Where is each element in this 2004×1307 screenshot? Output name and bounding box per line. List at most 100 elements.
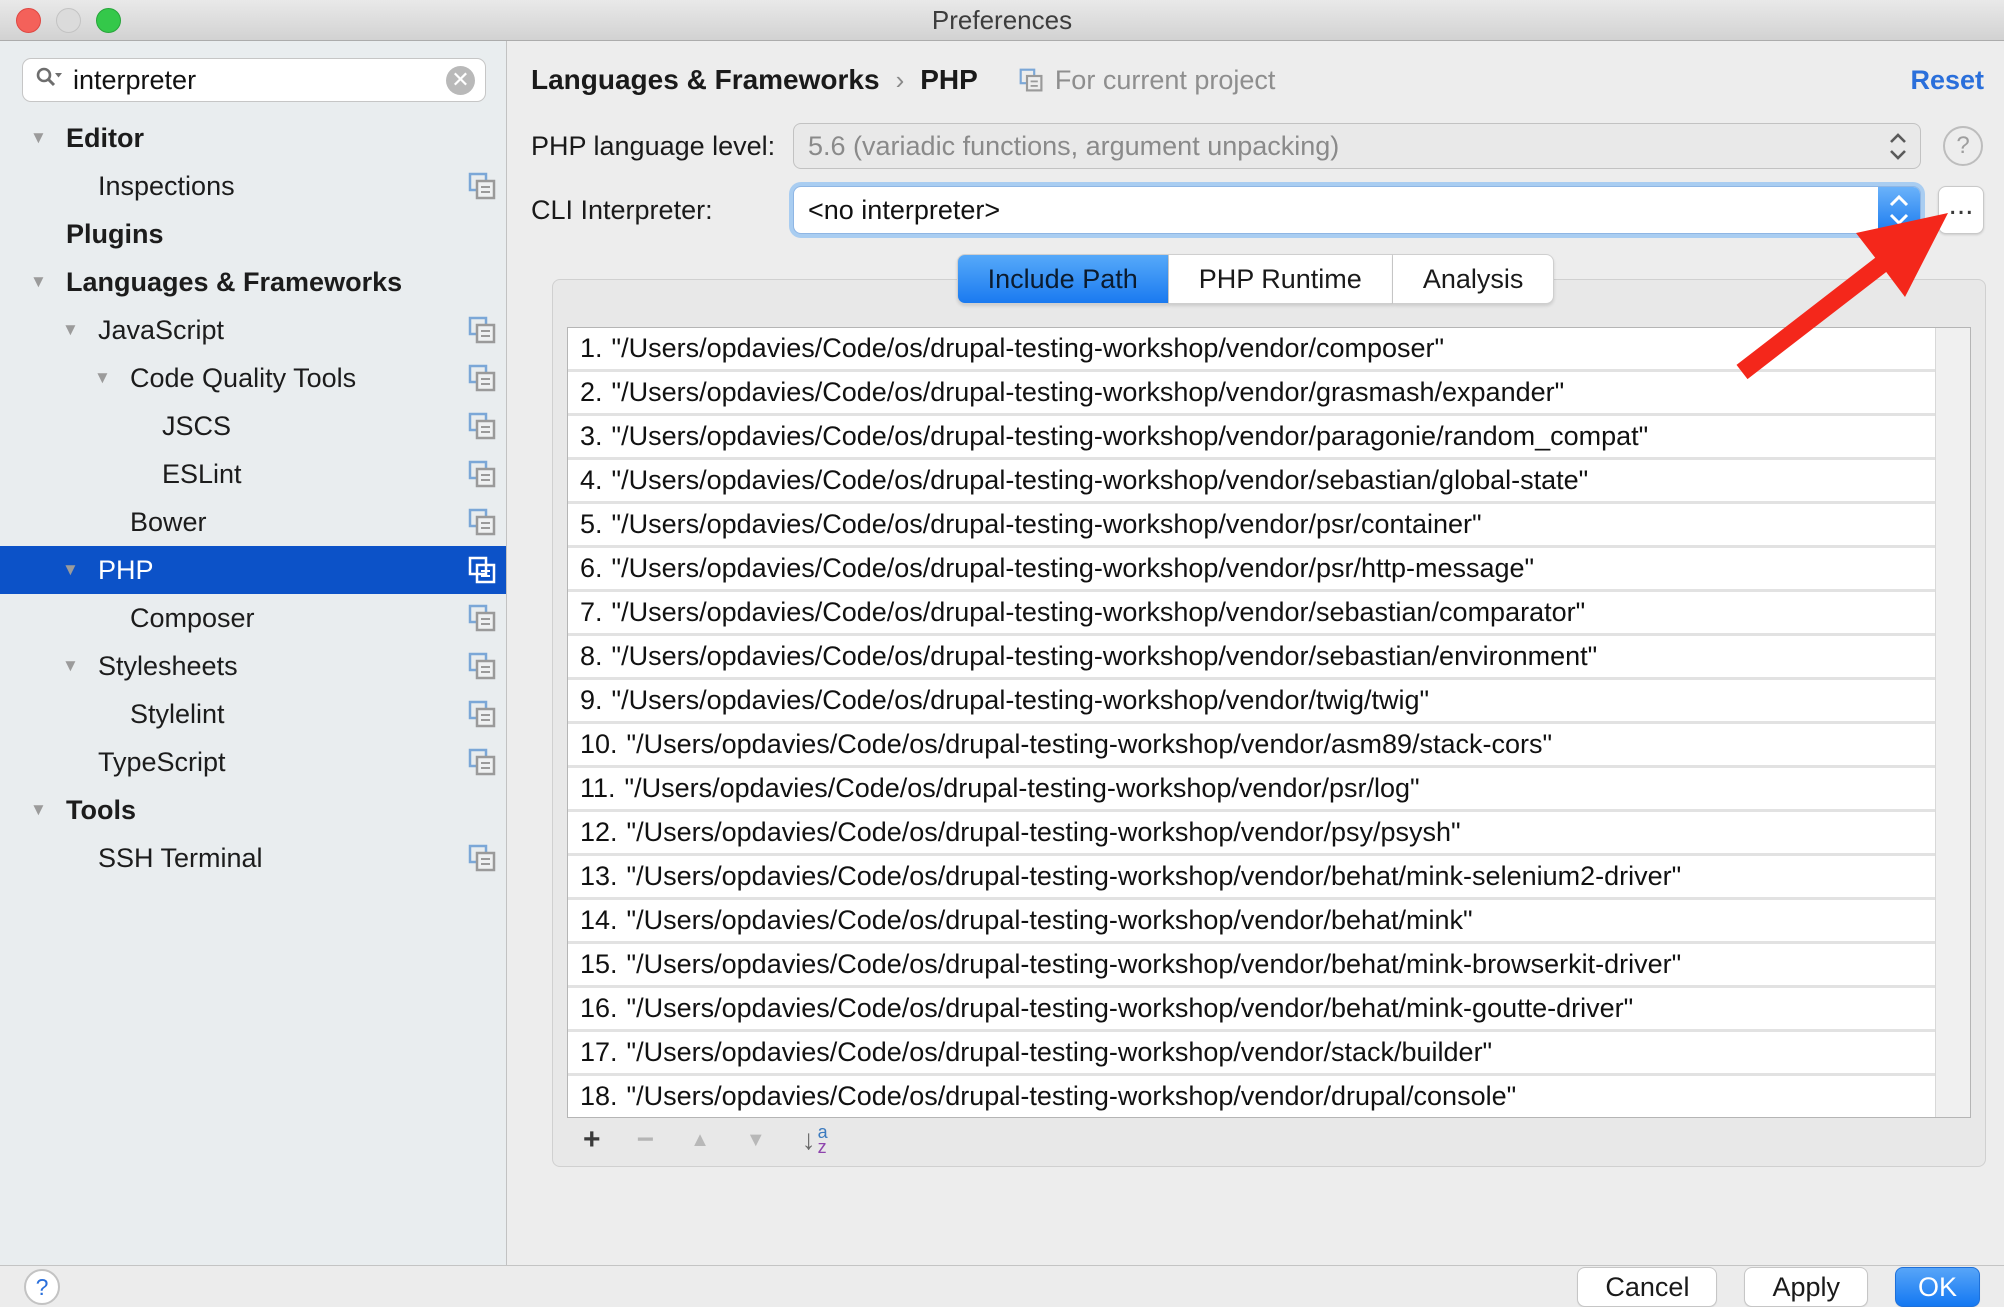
tab-analysis[interactable]: Analysis [1393,254,1555,304]
expand-arrow-icon[interactable]: ▼ [30,128,47,148]
row-number: 9. [580,685,603,716]
include-path-row[interactable]: 5. "/Users/opdavies/Code/os/drupal-testin… [568,504,1935,548]
sidebar-item-ssh-terminal[interactable]: SSH Terminal [0,834,506,882]
cli-interpreter-browse-button[interactable]: ... [1938,186,1984,234]
clear-search-icon[interactable]: ✕ [446,66,475,95]
include-path-row[interactable]: 17."/Users/opdavies/Code/os/drupal-testi… [568,1032,1935,1076]
php-language-level-select[interactable]: 5.6 (variadic functions, argument unpack… [793,123,1921,169]
row-path: "/Users/opdavies/Code/os/drupal-testing-… [612,509,1482,540]
include-path-row[interactable]: 18."/Users/opdavies/Code/os/drupal-testi… [568,1076,1935,1117]
sidebar-item-bower[interactable]: Bower [0,498,506,546]
include-path-row[interactable]: 16. "/Users/opdavies/Code/os/drupal-testi… [568,988,1935,1032]
row-number: 17. [580,1037,618,1068]
reset-link[interactable]: Reset [1910,65,1984,96]
row-path: "/Users/opdavies/Code/os/drupal-testing-… [627,993,1634,1024]
expand-arrow-icon[interactable]: ▼ [62,656,79,676]
include-path-row[interactable]: 3."/Users/opdavies/Code/os/drupal-testin… [568,416,1935,460]
sidebar-item-stylesheets[interactable]: ▼Stylesheets [0,642,506,690]
breadcrumb-languages-frameworks[interactable]: Languages & Frameworks [531,64,880,96]
copy-settings-icon [466,458,498,490]
sidebar-item-jscs[interactable]: JSCS [0,402,506,450]
sidebar-item-javascript[interactable]: ▼JavaScript [0,306,506,354]
include-path-row[interactable]: 8."/Users/opdavies/Code/os/drupal-testin… [568,636,1935,680]
cancel-button[interactable]: Cancel [1577,1267,1717,1307]
copy-settings-icon [466,746,498,778]
sidebar-item-plugins[interactable]: Plugins [0,210,506,258]
cli-interpreter-select[interactable]: <no interpreter> [793,186,1921,234]
settings-sidebar: ✕ ▼EditorInspections Plugins ▼Languages & … [0,41,507,1265]
include-path-row[interactable]: 2. "/Users/opdavies/Code/os/drupal-testin… [568,372,1935,416]
copy-settings-icon [466,650,498,682]
row-path: "/Users/opdavies/Code/os/drupal-testing-… [612,597,1586,628]
sidebar-item-languages-frameworks[interactable]: ▼Languages & Frameworks [0,258,506,306]
expand-arrow-icon[interactable]: ▼ [30,800,47,820]
search-input[interactable] [73,65,446,96]
row-number: 4. [580,465,603,496]
remove-path-button[interactable]: − [637,1125,655,1155]
row-path: "/Users/opdavies/Code/os/drupal-testing-… [625,773,1420,804]
expand-arrow-icon[interactable]: ▼ [62,320,79,340]
ok-button[interactable]: OK [1895,1267,1980,1307]
sidebar-item-label: Plugins [66,219,164,250]
copy-settings-icon [466,362,498,394]
expand-arrow-icon[interactable]: ▼ [30,272,47,292]
include-path-row[interactable]: 1."/Users/opdavies/Code/os/drupal-testin… [568,328,1935,372]
row-path: "/Users/opdavies/Code/os/drupal-testing-… [612,553,1535,584]
row-path: "/Users/opdavies/Code/os/drupal-testing-… [612,377,1565,408]
include-path-row[interactable]: 6."/Users/opdavies/Code/os/drupal-testin… [568,548,1935,592]
language-level-help-icon[interactable]: ? [1943,126,1983,166]
move-up-button[interactable]: ▲ [690,1130,710,1150]
sidebar-item-editor[interactable]: ▼Editor [0,114,506,162]
tab-php-runtime[interactable]: PHP Runtime [1169,254,1393,304]
row-number: 13. [580,861,618,892]
row-path: "/Users/opdavies/Code/os/drupal-testing-… [627,949,1682,980]
row-number: 2. [580,377,603,408]
cli-interpreter-spinner[interactable] [1878,187,1920,233]
row-number: 11. [580,773,616,804]
expand-arrow-icon[interactable]: ▼ [62,560,79,580]
move-down-button[interactable]: ▼ [746,1130,766,1150]
row-number: 16. [580,993,618,1024]
sidebar-item-typescript[interactable]: TypeScript [0,738,506,786]
sidebar-item-code-quality-tools[interactable]: ▼Code Quality Tools [0,354,506,402]
row-number: 12. [580,817,618,848]
include-path-row[interactable]: 15."/Users/opdavies/Code/os/drupal-testi… [568,944,1935,988]
settings-search-box[interactable]: ✕ [22,58,486,102]
sort-alphabetically-button[interactable]: ↓ a z [802,1124,828,1156]
list-scrollbar[interactable] [1935,328,1970,1117]
sidebar-item-php[interactable]: ▼PHP [0,546,506,594]
include-path-row[interactable]: 4. "/Users/opdavies/Code/os/drupal-testin… [568,460,1935,504]
include-path-row[interactable]: 9."/Users/opdavies/Code/os/drupal-testin… [568,680,1935,724]
sidebar-item-inspections[interactable]: Inspections [0,162,506,210]
expand-arrow-icon[interactable]: ▼ [94,368,111,388]
row-path: "/Users/opdavies/Code/os/drupal-testing-… [627,1081,1517,1112]
add-path-button[interactable]: + [583,1125,601,1155]
sidebar-item-stylelint[interactable]: Stylelint [0,690,506,738]
sidebar-item-label: SSH Terminal [98,843,263,874]
sidebar-item-label: Tools [66,795,136,826]
sort-z-label: z [818,1140,828,1155]
row-number: 5. [580,509,603,540]
include-path-row[interactable]: 10."/Users/opdavies/Code/os/drupal-testi… [568,724,1935,768]
help-button[interactable]: ? [24,1269,60,1305]
sidebar-item-composer[interactable]: Composer [0,594,506,642]
close-window-button[interactable] [16,8,41,33]
copy-settings-icon [466,554,498,586]
sidebar-item-tools[interactable]: ▼ Tools [0,786,506,834]
breadcrumb: Languages & Frameworks › PHP For current… [531,64,1984,96]
include-path-row[interactable]: 13."/Users/opdavies/Code/os/drupal-testi… [568,856,1935,900]
tab-include-path[interactable]: Include Path [957,254,1169,304]
include-path-row[interactable]: 11. "/Users/opdavies/Code/os/drupal-testi… [568,768,1935,812]
include-path-row[interactable]: 12."/Users/opdavies/Code/os/drupal-testi… [568,812,1935,856]
include-path-row[interactable]: 7. "/Users/opdavies/Code/os/drupal-testin… [568,592,1935,636]
apply-button[interactable]: Apply [1744,1267,1868,1307]
row-path: "/Users/opdavies/Code/os/drupal-testing-… [612,465,1589,496]
include-path-listbox: 1."/Users/opdavies/Code/os/drupal-testin… [567,327,1971,1118]
row-number: 7. [580,597,603,628]
row-path: "/Users/opdavies/Code/os/drupal-testing-… [612,333,1445,364]
include-path-row[interactable]: 14."/Users/opdavies/Code/os/drupal-testi… [568,900,1935,944]
sidebar-item-eslint[interactable]: ESLint [0,450,506,498]
zoom-window-button[interactable] [96,8,121,33]
minimize-window-button[interactable] [56,8,81,33]
row-number: 14. [580,905,618,936]
